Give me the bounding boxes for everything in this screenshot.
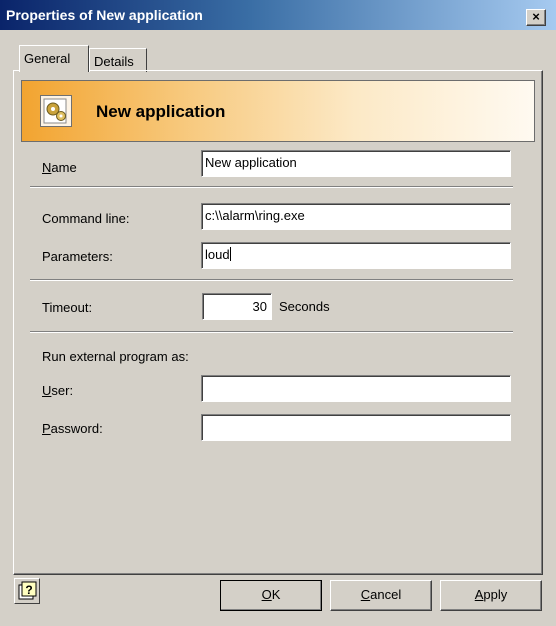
run-as-heading: Run external program as: — [42, 349, 189, 364]
password-input[interactable] — [201, 414, 511, 441]
separator — [30, 331, 513, 333]
ok-button[interactable]: OK — [220, 580, 322, 611]
command-line-label: Command line: — [42, 211, 130, 226]
title-bar[interactable]: Properties of New application × — [0, 0, 556, 30]
window-title: Properties of New application — [6, 7, 203, 23]
tab-details[interactable]: Details — [89, 48, 147, 72]
header-banner: New application — [21, 80, 535, 142]
separator — [30, 279, 513, 281]
tab-general[interactable]: General — [19, 45, 89, 72]
general-tab-panel — [13, 70, 543, 575]
timeout-unit: Seconds — [279, 299, 330, 314]
password-label: Password: — [42, 421, 103, 436]
banner-title: New application — [96, 102, 226, 121]
separator — [30, 186, 513, 188]
text-cursor — [229, 247, 231, 261]
help-question-icon: ? — [18, 581, 37, 600]
timeout-label: Timeout: — [42, 300, 93, 315]
name-input[interactable]: New application — [201, 150, 511, 177]
tab-general-label: General — [24, 51, 71, 66]
application-gears-icon — [40, 95, 72, 127]
close-button[interactable]: × — [526, 9, 546, 26]
close-icon: × — [532, 9, 540, 24]
apply-button[interactable]: Apply — [440, 580, 542, 611]
cancel-button[interactable]: Cancel — [330, 580, 432, 611]
name-label: Name — [42, 160, 77, 175]
parameters-input[interactable]: loud — [201, 242, 511, 269]
properties-dialog: Properties of New application × General … — [0, 0, 556, 626]
user-label: User: — [42, 383, 74, 398]
parameters-label: Parameters: — [42, 249, 113, 264]
tab-details-label: Details — [94, 54, 134, 69]
timeout-input[interactable]: 30 — [202, 293, 272, 320]
help-button[interactable]: ? — [14, 578, 40, 604]
command-line-input[interactable]: c:\\alarm\ring.exe — [201, 203, 511, 230]
user-input[interactable] — [201, 375, 511, 402]
svg-text:?: ? — [25, 583, 32, 597]
